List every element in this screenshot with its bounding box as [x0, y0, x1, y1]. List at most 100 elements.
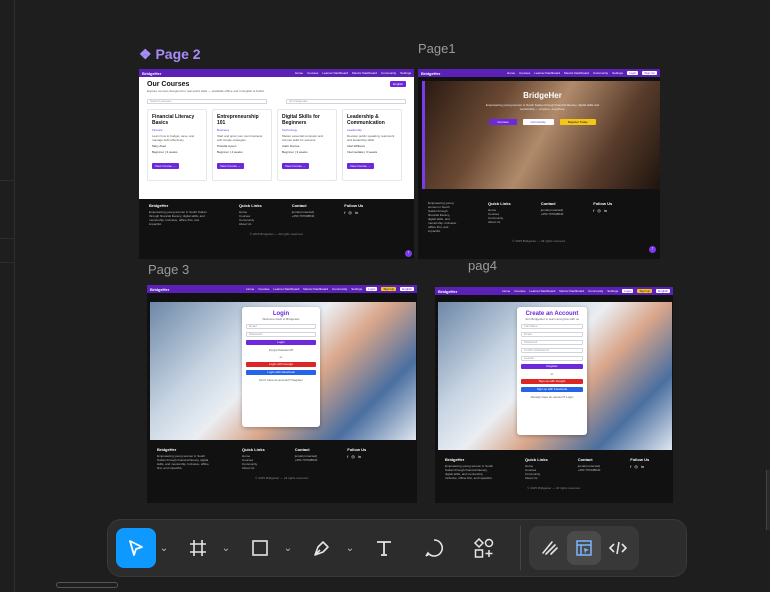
- email-field[interactable]: Email: [246, 324, 316, 329]
- nav-link[interactable]: Mentor Dashboard: [564, 71, 589, 75]
- nav-link[interactable]: Courses: [258, 287, 269, 291]
- instagram-icon[interactable]: ◎: [351, 454, 355, 459]
- frame-page2[interactable]: BridgeHer Home Courses Learner Dashboard…: [139, 69, 414, 259]
- nav-link[interactable]: Courses: [514, 289, 525, 293]
- shape-tool-button[interactable]: [240, 528, 280, 568]
- email-field[interactable]: Email: [521, 332, 583, 337]
- nav-link[interactable]: Community: [381, 71, 396, 75]
- language-button[interactable]: English: [390, 81, 406, 87]
- footer-link[interactable]: About Us: [239, 222, 262, 226]
- nav-link[interactable]: Home: [502, 289, 510, 293]
- facebook-login-button[interactable]: Login with Facebook: [246, 370, 316, 375]
- instagram-icon[interactable]: ◎: [348, 210, 352, 215]
- draw-mode-button[interactable]: [533, 531, 567, 565]
- instagram-icon[interactable]: ◎: [634, 464, 638, 469]
- register-link[interactable]: Don't have an account? Register: [246, 378, 316, 382]
- hero-community-button[interactable]: Community: [522, 119, 554, 125]
- frame-label-page3[interactable]: Page 3: [148, 262, 189, 277]
- nav-link[interactable]: Settings: [351, 287, 362, 291]
- login-button[interactable]: Login: [622, 289, 634, 293]
- forgot-password-link[interactable]: Forgot Password?: [246, 348, 316, 352]
- frame-page3[interactable]: BridgeHer Home Courses Learner Dashboard…: [147, 285, 417, 503]
- facebook-signup-button[interactable]: Sign up with Facebook: [521, 387, 583, 392]
- frame-label-page2[interactable]: ❖ Page 2: [139, 46, 201, 63]
- language-button[interactable]: English: [400, 287, 414, 291]
- linkedin-icon[interactable]: in: [355, 210, 358, 215]
- login-link[interactable]: Already have an account? Login: [521, 395, 583, 399]
- google-login-button[interactable]: Login with Google: [246, 362, 316, 367]
- nav-link[interactable]: Courses: [307, 71, 318, 75]
- nav-link[interactable]: Learner Dashboard: [534, 71, 560, 75]
- nav-link[interactable]: Mentor Dashboard: [303, 287, 328, 291]
- view-course-button[interactable]: View Course →: [347, 163, 374, 169]
- view-course-button[interactable]: View Course →: [282, 163, 309, 169]
- facebook-icon[interactable]: f: [344, 210, 345, 215]
- facebook-icon[interactable]: f: [593, 208, 594, 213]
- login-button[interactable]: Login: [626, 71, 639, 75]
- full-name-field[interactable]: Full Name: [521, 324, 583, 329]
- category-filter[interactable]: All Categories: [286, 99, 406, 104]
- hero-register-button[interactable]: Register Today: [559, 119, 596, 125]
- instagram-icon[interactable]: ◎: [597, 208, 601, 213]
- login-button[interactable]: Login: [366, 287, 378, 291]
- design-mode-button[interactable]: [567, 531, 601, 565]
- horizontal-scrollbar[interactable]: [56, 582, 118, 588]
- password-field[interactable]: Password: [521, 340, 583, 345]
- nav-link[interactable]: Home: [246, 287, 254, 291]
- linkedin-icon[interactable]: in: [641, 464, 644, 469]
- dev-mode-button[interactable]: [601, 531, 635, 565]
- chevron-down-icon[interactable]: ⌄: [280, 543, 296, 554]
- hero-courses-button[interactable]: Courses: [489, 119, 517, 125]
- nav-link[interactable]: Learner Dashboard: [529, 289, 555, 293]
- signup-button[interactable]: Sign Up: [637, 289, 653, 293]
- frame-label-page4[interactable]: pag4: [468, 258, 497, 273]
- signup-button[interactable]: Sign Up: [642, 71, 657, 75]
- text-tool-button[interactable]: [364, 528, 404, 568]
- actions-tool-button[interactable]: [464, 528, 504, 568]
- nav-link[interactable]: Learner Dashboard: [322, 71, 348, 75]
- nav-link[interactable]: Courses: [519, 71, 530, 75]
- frame-label-page1[interactable]: Page1: [418, 41, 456, 56]
- register-submit-button[interactable]: Register: [521, 364, 583, 369]
- nav-link[interactable]: Community: [593, 71, 608, 75]
- role-select[interactable]: Learner: [521, 356, 583, 361]
- login-submit-button[interactable]: Login: [246, 340, 316, 345]
- frame-page4[interactable]: BridgeHer Home Courses Learner Dashboard…: [435, 287, 673, 503]
- nav-link[interactable]: Learner Dashboard: [273, 287, 299, 291]
- mode-switcher: [529, 526, 639, 570]
- comment-tool-button[interactable]: [414, 528, 454, 568]
- nav-link[interactable]: Community: [332, 287, 347, 291]
- scroll-top-icon[interactable]: ↑: [405, 250, 412, 257]
- chevron-down-icon[interactable]: ⌄: [342, 543, 358, 554]
- search-input[interactable]: Search courses...: [147, 99, 267, 104]
- scroll-top-icon[interactable]: ↑: [649, 246, 656, 253]
- language-button[interactable]: English: [656, 289, 670, 293]
- chevron-down-icon[interactable]: ⌄: [156, 543, 172, 554]
- linkedin-icon[interactable]: in: [358, 454, 361, 459]
- facebook-icon[interactable]: f: [347, 454, 348, 459]
- footer-link[interactable]: About Us: [488, 220, 511, 224]
- chevron-down-icon[interactable]: ⌄: [218, 543, 234, 554]
- nav-link[interactable]: Mentor Dashboard: [352, 71, 377, 75]
- confirm-password-field[interactable]: Confirm Password: [521, 348, 583, 353]
- footer-link[interactable]: About Us: [525, 476, 548, 480]
- nav-link[interactable]: Mentor Dashboard: [559, 289, 584, 293]
- frame-tool-button[interactable]: [178, 528, 218, 568]
- frame-page1[interactable]: BridgeHer Home Courses Learner Dashboard…: [418, 69, 660, 259]
- nav-link[interactable]: Settings: [400, 71, 411, 75]
- password-field[interactable]: Password: [246, 332, 316, 337]
- move-tool-button[interactable]: [116, 528, 156, 568]
- google-signup-button[interactable]: Sign up with Google: [521, 379, 583, 384]
- nav-link[interactable]: Home: [295, 71, 303, 75]
- view-course-button[interactable]: View Course →: [217, 163, 244, 169]
- nav-link[interactable]: Home: [507, 71, 515, 75]
- pen-tool-button[interactable]: [302, 528, 342, 568]
- facebook-icon[interactable]: f: [630, 464, 631, 469]
- footer-link[interactable]: About Us: [242, 466, 265, 470]
- nav-link[interactable]: Community: [588, 289, 603, 293]
- signup-button[interactable]: Sign Up: [381, 287, 397, 291]
- view-course-button[interactable]: View Course →: [152, 163, 179, 169]
- nav-link[interactable]: Settings: [607, 289, 618, 293]
- nav-link[interactable]: Settings: [612, 71, 623, 75]
- linkedin-icon[interactable]: in: [604, 208, 607, 213]
